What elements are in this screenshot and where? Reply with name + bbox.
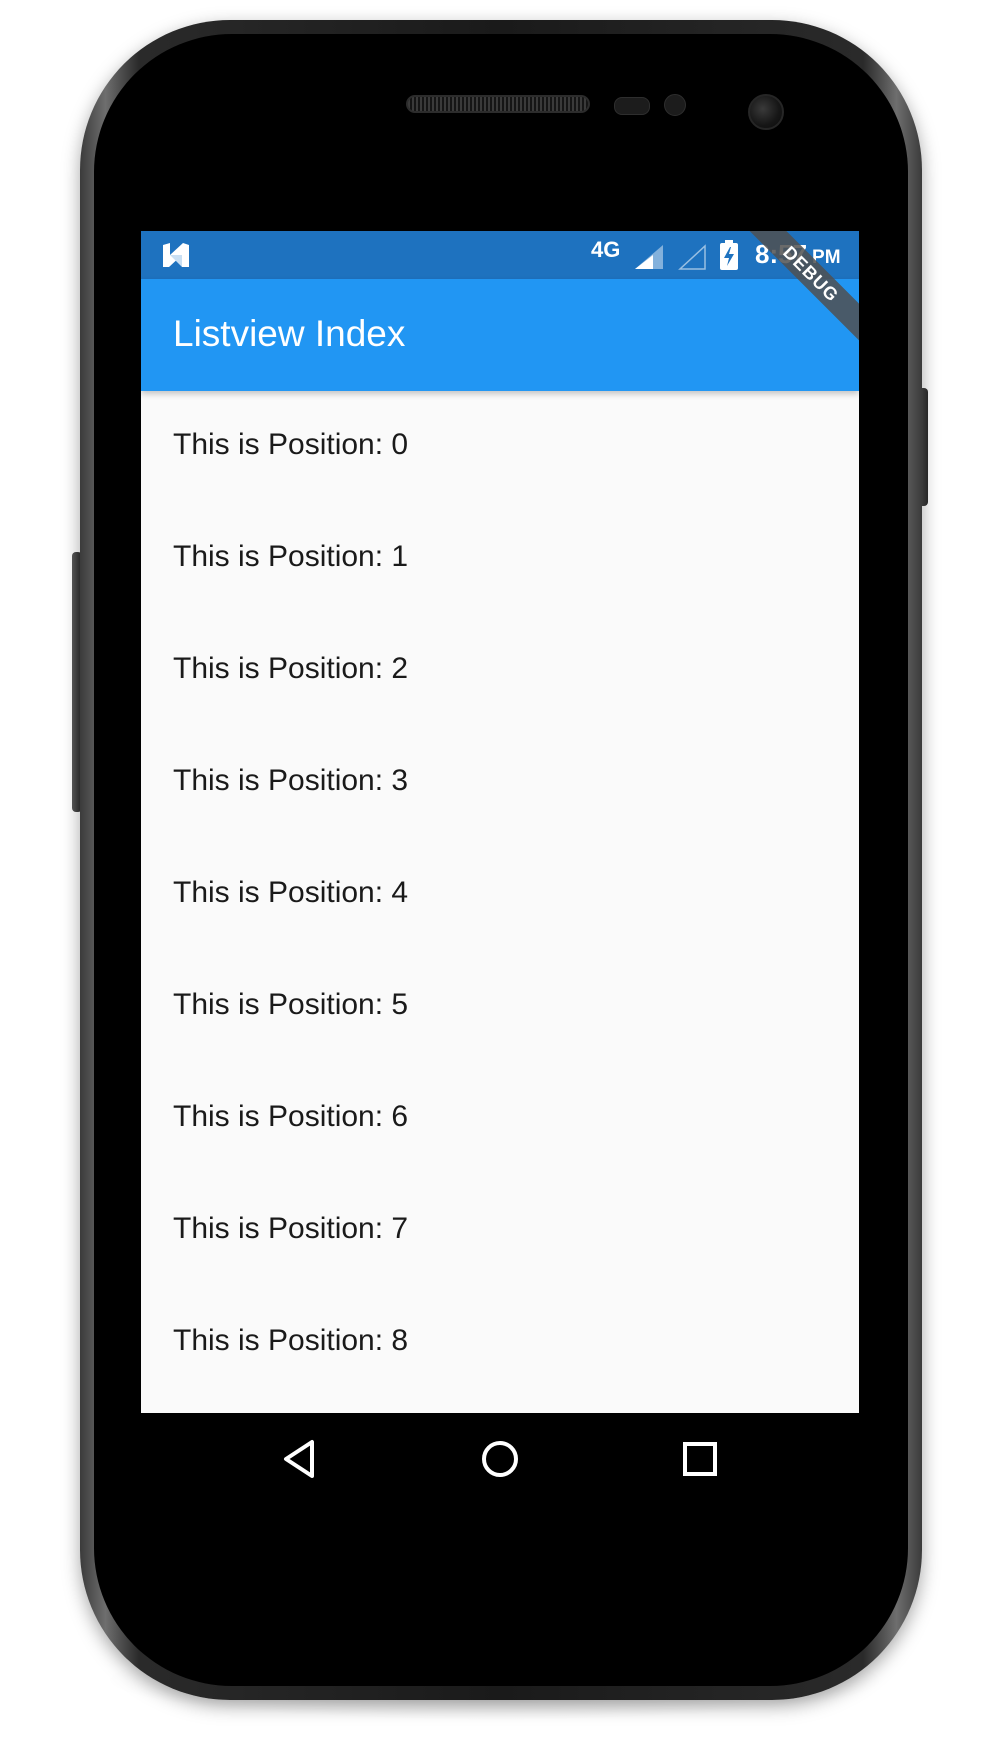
list-item[interactable]: This is Position: 2 (141, 615, 859, 727)
list-item[interactable]: This is Position: 3 (141, 727, 859, 839)
list-item[interactable]: This is Position: 0 (141, 391, 859, 503)
list-item-text: This is Position: 7 (173, 1212, 409, 1245)
list-item-text: This is Position: 4 (173, 876, 409, 909)
list-item[interactable]: This is Position: 7 (141, 1175, 859, 1287)
signal-strength-icon (635, 245, 663, 269)
proximity-sensor (614, 97, 650, 115)
back-triangle-icon[interactable] (276, 1435, 324, 1483)
list-item-text: This is Position: 8 (173, 1324, 409, 1357)
list-item-text: This is Position: 1 (173, 540, 409, 573)
battery-charging-icon (720, 240, 738, 270)
network-type: 4G (591, 237, 621, 262)
list-view[interactable]: This is Position: 0 This is Position: 1 … (141, 391, 859, 1399)
list-item[interactable]: This is Position: 4 (141, 839, 859, 951)
page-title: Listview Index (173, 313, 406, 354)
list-item-text: This is Position: 3 (173, 764, 409, 797)
list-item[interactable]: This is Position: 8 (141, 1287, 859, 1399)
list-item[interactable]: This is Position: 1 (141, 503, 859, 615)
list-item[interactable]: This is Position: 6 (141, 1063, 859, 1175)
list-item-text: This is Position: 6 (173, 1100, 409, 1133)
front-camera (748, 94, 784, 130)
status-bar: 4G 8:57PM (141, 231, 859, 279)
home-circle-icon[interactable] (476, 1435, 524, 1483)
device-stage: 4G 8:57PM Listview Index DEBUG This is P… (0, 0, 991, 1747)
recents-square-icon[interactable] (676, 1435, 724, 1483)
list-item-text: This is Position: 0 (173, 428, 409, 461)
no-signal-icon (678, 244, 706, 270)
n-logo-icon (163, 243, 189, 267)
list-item[interactable]: This is Position: 5 (141, 951, 859, 1063)
earpiece-speaker (406, 95, 590, 113)
light-sensor (664, 94, 686, 116)
screen: 4G 8:57PM Listview Index DEBUG This is P… (141, 231, 859, 1413)
list-item-text: This is Position: 2 (173, 652, 409, 685)
list-item-text: This is Position: 5 (173, 988, 409, 1021)
app-bar: Listview Index (141, 279, 859, 391)
